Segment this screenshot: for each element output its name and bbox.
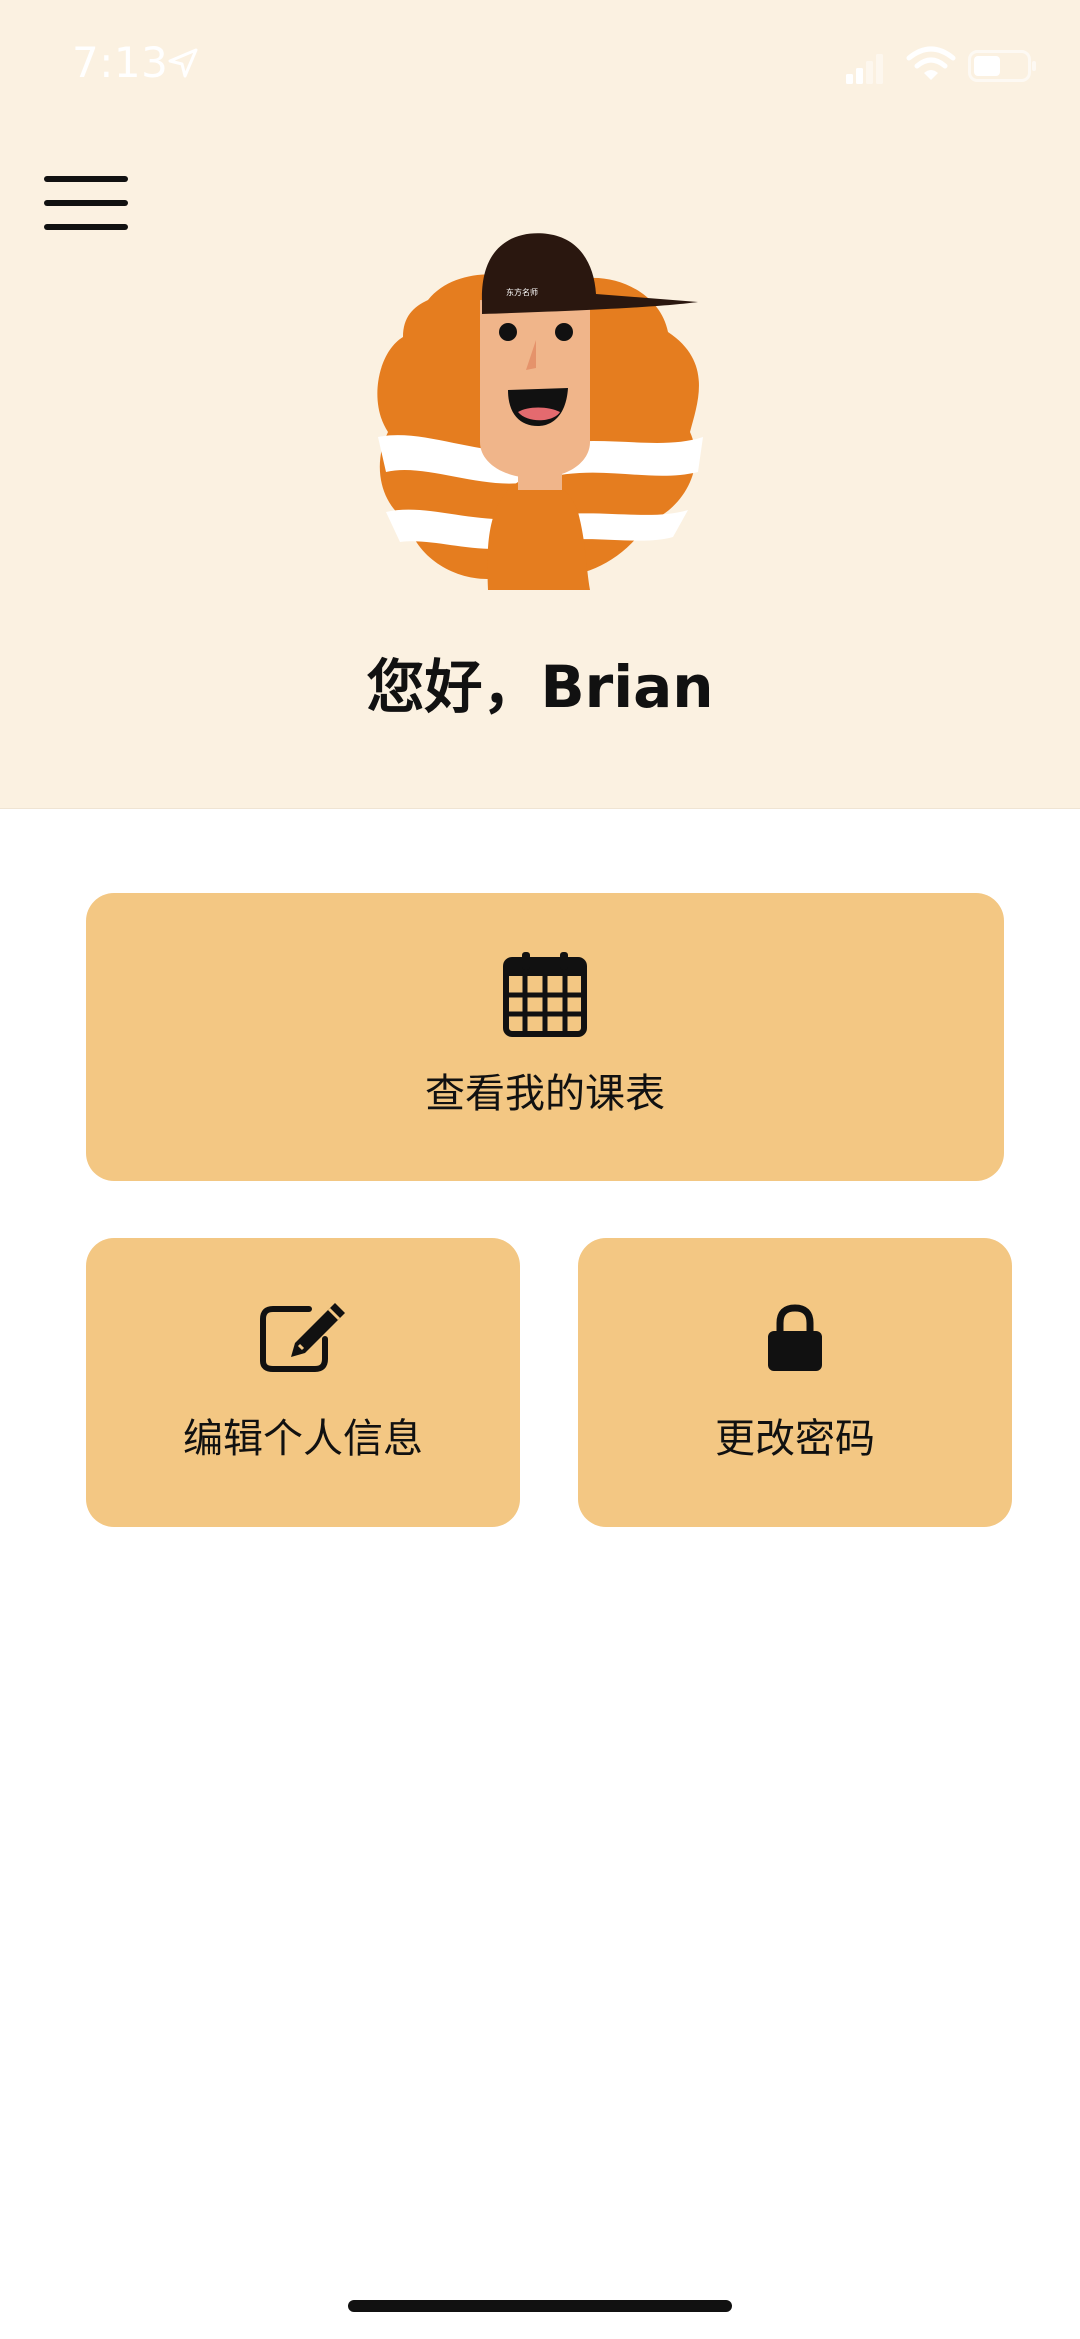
profile-home-screen: 7:13 东方名师 您好，Brian 查看我的课表 编辑个人信息 更改密码 — [0, 0, 1080, 2339]
location-arrow-icon — [168, 48, 198, 78]
edit-profile-button[interactable]: 编辑个人信息 — [86, 1238, 520, 1527]
signal-icon — [846, 54, 883, 84]
status-bar: 7:13 — [0, 0, 1080, 130]
svg-text:东方名师: 东方名师 — [506, 287, 538, 297]
edit-profile-label: 编辑个人信息 — [183, 1416, 423, 1462]
edit-icon — [260, 1303, 345, 1372]
wifi-icon — [906, 46, 956, 80]
lock-icon — [768, 1304, 822, 1371]
view-schedule-button[interactable]: 查看我的课表 — [86, 893, 1004, 1181]
profile-header: 7:13 东方名师 您好，Brian — [0, 0, 1080, 809]
view-schedule-label: 查看我的课表 — [425, 1071, 665, 1117]
battery-icon — [968, 50, 1036, 82]
hamburger-menu-icon[interactable] — [44, 176, 130, 230]
change-password-label: 更改密码 — [715, 1416, 875, 1462]
calendar-icon — [503, 952, 587, 1037]
avatar: 东方名师 — [377, 233, 703, 590]
change-password-button[interactable]: 更改密码 — [578, 1238, 1012, 1527]
greeting-title: 您好，Brian — [366, 653, 714, 721]
status-time: 7:13 — [72, 38, 169, 87]
home-indicator[interactable] — [348, 2300, 732, 2312]
